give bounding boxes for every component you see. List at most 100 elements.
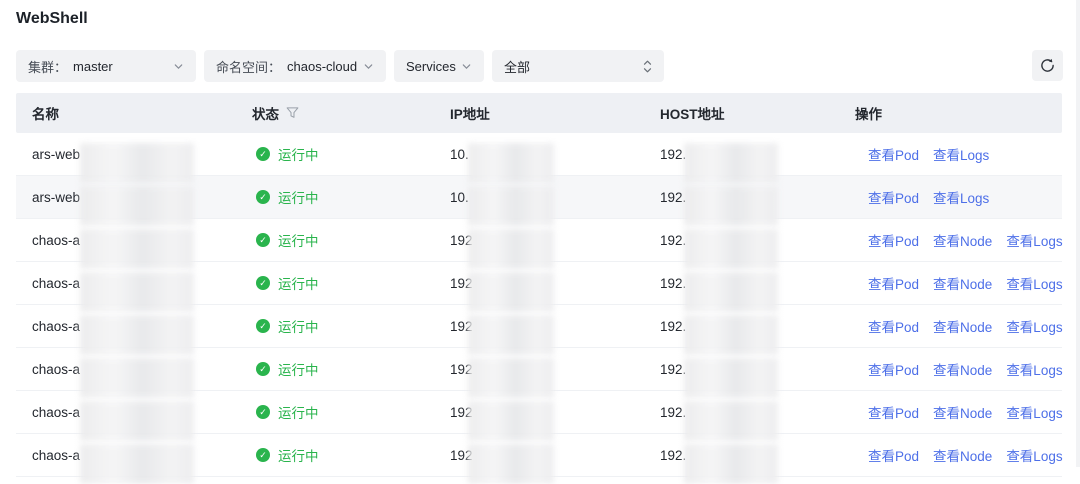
host-cell: 192. — [660, 319, 855, 334]
action-link-logs[interactable]: 查看Logs — [933, 187, 989, 207]
redacted-name-blur — [80, 444, 194, 484]
action-link-node[interactable]: 查看Node — [933, 230, 992, 250]
status-text: 运行中 — [278, 316, 319, 336]
table-header: 名称 状态 IP地址 HOST地址 操作 — [16, 93, 1062, 133]
actions-cell: 查看Pod 查看Node 查看Logs — [855, 445, 1062, 465]
action-link-pod[interactable]: 查看Pod — [868, 230, 919, 250]
webshell-page: WebShell 集群： master 命名空间： chaos-cloud Se… — [0, 0, 1080, 467]
action-link-logs[interactable]: 查看Logs — [933, 144, 989, 164]
redacted-ip-blur — [468, 272, 554, 312]
status-cell: ✓ 运行中 — [252, 359, 450, 379]
name-cell: chaos-a — [16, 276, 252, 291]
ip-cell: 192 — [450, 362, 660, 377]
scope-select[interactable]: 全部 — [492, 50, 664, 82]
host-cell: 192. — [660, 405, 855, 420]
action-link-pod[interactable]: 查看Pod — [868, 187, 919, 207]
name-cell: ars-web — [16, 147, 252, 162]
redacted-ip-blur — [468, 229, 554, 269]
host-cell: 192. — [660, 190, 855, 205]
action-link-logs[interactable]: 查看Logs — [1006, 445, 1062, 465]
redacted-host-blur — [684, 358, 778, 398]
status-cell: ✓运行中 — [252, 230, 450, 250]
actions-cell: 查看Pod 查看Node 查看Logs — [855, 402, 1062, 422]
status-check-icon: ✓ — [256, 147, 270, 161]
status-text: 运行中 — [278, 230, 319, 250]
action-link-node[interactable]: 查看Node — [933, 316, 992, 336]
status-text: 运行中 — [278, 445, 319, 465]
status-text: 运行中 — [278, 273, 319, 293]
column-header-ip: IP地址 — [450, 103, 660, 123]
ip-prefix: 10. — [450, 190, 469, 205]
action-link-pod[interactable]: 查看Pod — [868, 273, 919, 293]
ip-cell: 10. — [450, 190, 660, 205]
status-check-icon: ✓ — [256, 362, 270, 376]
ip-cell: 192 — [450, 233, 660, 248]
action-link-pod[interactable]: 查看Pod — [868, 445, 919, 465]
chevron-down-icon — [363, 61, 374, 72]
redacted-name-blur — [80, 272, 194, 312]
action-link-node[interactable]: 查看Node — [933, 273, 992, 293]
host-cell: 192. — [660, 448, 855, 463]
name-cell: chaos-a — [16, 233, 252, 248]
redacted-ip-blur — [468, 143, 554, 183]
redacted-host-blur — [684, 401, 778, 441]
status-cell: ✓运行中 — [252, 402, 450, 422]
action-link-logs[interactable]: 查看Logs — [1006, 273, 1062, 293]
action-link-logs[interactable]: 查看Logs — [1006, 359, 1062, 379]
status-text: 运行中 — [278, 187, 319, 207]
cluster-select[interactable]: 集群： master — [16, 50, 196, 82]
status-cell: ✓运行中 — [252, 445, 450, 465]
host-prefix: 192. — [660, 448, 686, 463]
actions-cell: 查看Pod 查看Node 查看Logs — [855, 273, 1062, 293]
action-link-logs[interactable]: 查看Logs — [1006, 230, 1062, 250]
action-link-pod[interactable]: 查看Pod — [868, 316, 919, 336]
status-cell: ✓运行中 — [252, 144, 450, 164]
resource-type-select[interactable]: Services — [394, 50, 484, 82]
action-link-pod[interactable]: 查看Pod — [868, 402, 919, 422]
redacted-ip-blur — [468, 186, 554, 226]
redacted-ip-blur — [468, 358, 554, 398]
filter-funnel-icon[interactable] — [286, 107, 299, 119]
host-prefix: 192. — [660, 319, 686, 334]
name-cell: ars-web — [16, 190, 252, 205]
action-link-logs[interactable]: 查看Logs — [1006, 402, 1062, 422]
chevron-down-icon — [461, 61, 472, 72]
name-prefix: chaos-a — [32, 319, 80, 334]
ip-prefix: 10. — [450, 147, 469, 162]
status-check-icon: ✓ — [256, 405, 270, 419]
action-link-node[interactable]: 查看Node — [933, 445, 992, 465]
namespace-label: 命名空间： — [216, 57, 281, 76]
host-prefix: 192. — [660, 405, 686, 420]
action-link-logs[interactable]: 查看Logs — [1006, 316, 1062, 336]
host-prefix: 192. — [660, 362, 686, 377]
table-row: ars-web ✓运行中10. 192. 查看Pod 查看Logs — [16, 133, 1062, 176]
column-header-actions: 操作 — [855, 103, 1062, 123]
redacted-name-blur — [80, 229, 194, 269]
host-cell: 192. — [660, 147, 855, 162]
namespace-select[interactable]: 命名空间： chaos-cloud — [204, 50, 386, 82]
ip-cell: 192 — [450, 405, 660, 420]
name-cell: chaos-a — [16, 362, 252, 377]
cluster-label: 集群： — [28, 57, 67, 76]
action-link-pod[interactable]: 查看Pod — [868, 144, 919, 164]
host-prefix: 192. — [660, 147, 686, 162]
resource-type-value: Services — [406, 59, 456, 74]
redacted-ip-blur — [468, 401, 554, 441]
actions-cell: 查看Pod 查看Node 查看Logs — [855, 316, 1062, 336]
name-prefix: ars-web — [32, 147, 80, 162]
redacted-name-blur — [80, 143, 194, 183]
host-cell: 192. — [660, 276, 855, 291]
column-header-status: 状态 — [252, 103, 450, 123]
action-link-node[interactable]: 查看Node — [933, 359, 992, 379]
ip-cell: 192 — [450, 319, 660, 334]
host-cell: 192. — [660, 233, 855, 248]
action-link-pod[interactable]: 查看Pod — [868, 359, 919, 379]
refresh-button[interactable] — [1032, 50, 1063, 81]
status-cell: ✓运行中 — [252, 187, 450, 207]
redacted-host-blur — [684, 229, 778, 269]
action-link-node[interactable]: 查看Node — [933, 402, 992, 422]
status-cell: ✓运行中 — [252, 316, 450, 336]
status-text: 运行中 — [278, 359, 319, 379]
chevron-down-icon — [173, 61, 184, 72]
name-prefix: chaos-a — [32, 448, 80, 463]
